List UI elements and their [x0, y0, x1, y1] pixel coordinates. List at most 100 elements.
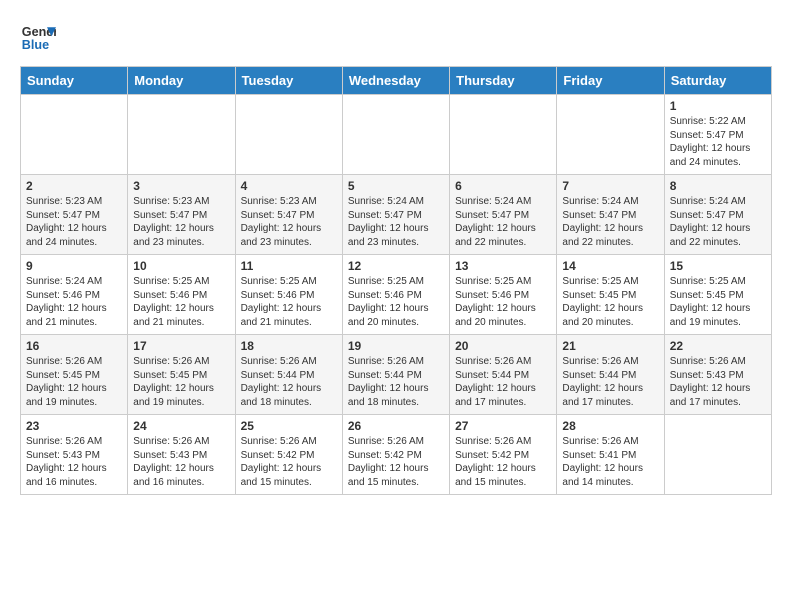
- weekday-header: Monday: [128, 67, 235, 95]
- calendar-cell: 19 Sunrise: 5:26 AM Sunset: 5:44 PM Dayli…: [342, 335, 449, 415]
- day-number: 6: [455, 179, 551, 193]
- calendar-cell: 11Sunrise: 5:25 AM Sunset: 5:46 PM Dayli…: [235, 255, 342, 335]
- day-number: 14: [562, 259, 658, 273]
- weekday-header: Sunday: [21, 67, 128, 95]
- calendar-cell: 23 Sunrise: 5:26 AM Sunset: 5:43 PM Dayli…: [21, 415, 128, 495]
- day-info: Sunrise: 5:26 AM Sunset: 5:42 PM Dayligh…: [455, 435, 551, 489]
- calendar-cell: [21, 95, 128, 175]
- calendar-cell: 10 Sunrise: 5:25 AM Sunset: 5:46 PM Dayli…: [128, 255, 235, 335]
- calendar-week-row: 9Sunrise: 5:24 AM Sunset: 5:46 PM Daylig…: [21, 255, 772, 335]
- day-number: 15: [670, 259, 766, 273]
- calendar-week-row: 16 Sunrise: 5:26 AM Sunset: 5:45 PM Dayli…: [21, 335, 772, 415]
- day-number: 5: [348, 179, 444, 193]
- calendar-cell: 17 Sunrise: 5:26 AM Sunset: 5:45 PM Dayli…: [128, 335, 235, 415]
- day-number: 25: [241, 419, 337, 433]
- day-number: 18: [241, 339, 337, 353]
- day-number: 3: [133, 179, 229, 193]
- day-number: 28: [562, 419, 658, 433]
- calendar-cell: [342, 95, 449, 175]
- day-number: 12: [348, 259, 444, 273]
- day-info: Sunrise: 5:26 AM Sunset: 5:44 PM Dayligh…: [241, 355, 337, 409]
- calendar-cell: 8 Sunrise: 5:24 AM Sunset: 5:47 PM Daylig…: [664, 175, 771, 255]
- day-number: 22: [670, 339, 766, 353]
- calendar-cell: [235, 95, 342, 175]
- calendar-week-row: 2 Sunrise: 5:23 AM Sunset: 5:47 PM Daylig…: [21, 175, 772, 255]
- day-number: 20: [455, 339, 551, 353]
- day-info: Sunrise: 5:25 AM Sunset: 5:46 PM Dayligh…: [241, 275, 337, 329]
- day-info: Sunrise: 5:25 AM Sunset: 5:46 PM Dayligh…: [133, 275, 229, 329]
- calendar-cell: 16 Sunrise: 5:26 AM Sunset: 5:45 PM Dayli…: [21, 335, 128, 415]
- day-info: Sunrise: 5:24 AM Sunset: 5:47 PM Dayligh…: [348, 195, 444, 249]
- day-info: Sunrise: 5:26 AM Sunset: 5:43 PM Dayligh…: [133, 435, 229, 489]
- calendar-table: SundayMondayTuesdayWednesdayThursdayFrid…: [20, 66, 772, 495]
- page-header: General Blue: [20, 20, 772, 56]
- day-number: 7: [562, 179, 658, 193]
- calendar-cell: 3 Sunrise: 5:23 AM Sunset: 5:47 PM Daylig…: [128, 175, 235, 255]
- day-number: 13: [455, 259, 551, 273]
- weekday-header: Wednesday: [342, 67, 449, 95]
- calendar-cell: 1 Sunrise: 5:22 AM Sunset: 5:47 PM Daylig…: [664, 95, 771, 175]
- day-info: Sunrise: 5:26 AM Sunset: 5:43 PM Dayligh…: [26, 435, 122, 489]
- day-number: 2: [26, 179, 122, 193]
- calendar-cell: [450, 95, 557, 175]
- day-info: Sunrise: 5:26 AM Sunset: 5:42 PM Dayligh…: [348, 435, 444, 489]
- calendar-cell: [664, 415, 771, 495]
- day-info: Sunrise: 5:26 AM Sunset: 5:44 PM Dayligh…: [455, 355, 551, 409]
- day-info: Sunrise: 5:24 AM Sunset: 5:47 PM Dayligh…: [670, 195, 766, 249]
- day-number: 16: [26, 339, 122, 353]
- day-info: Sunrise: 5:23 AM Sunset: 5:47 PM Dayligh…: [133, 195, 229, 249]
- calendar-cell: 4 Sunrise: 5:23 AM Sunset: 5:47 PM Daylig…: [235, 175, 342, 255]
- svg-text:Blue: Blue: [22, 38, 49, 52]
- day-info: Sunrise: 5:26 AM Sunset: 5:42 PM Dayligh…: [241, 435, 337, 489]
- day-info: Sunrise: 5:23 AM Sunset: 5:47 PM Dayligh…: [26, 195, 122, 249]
- day-number: 4: [241, 179, 337, 193]
- calendar-cell: [128, 95, 235, 175]
- weekday-header-row: SundayMondayTuesdayWednesdayThursdayFrid…: [21, 67, 772, 95]
- day-number: 24: [133, 419, 229, 433]
- day-number: 23: [26, 419, 122, 433]
- calendar-cell: 21Sunrise: 5:26 AM Sunset: 5:44 PM Dayli…: [557, 335, 664, 415]
- day-info: Sunrise: 5:25 AM Sunset: 5:46 PM Dayligh…: [348, 275, 444, 329]
- day-info: Sunrise: 5:25 AM Sunset: 5:46 PM Dayligh…: [455, 275, 551, 329]
- day-number: 26: [348, 419, 444, 433]
- day-info: Sunrise: 5:24 AM Sunset: 5:46 PM Dayligh…: [26, 275, 122, 329]
- day-number: 8: [670, 179, 766, 193]
- day-number: 19: [348, 339, 444, 353]
- day-info: Sunrise: 5:26 AM Sunset: 5:45 PM Dayligh…: [133, 355, 229, 409]
- calendar-cell: 25 Sunrise: 5:26 AM Sunset: 5:42 PM Dayli…: [235, 415, 342, 495]
- day-info: Sunrise: 5:24 AM Sunset: 5:47 PM Dayligh…: [455, 195, 551, 249]
- day-info: Sunrise: 5:26 AM Sunset: 5:41 PM Dayligh…: [562, 435, 658, 489]
- calendar-week-row: 1 Sunrise: 5:22 AM Sunset: 5:47 PM Daylig…: [21, 95, 772, 175]
- calendar-week-row: 23 Sunrise: 5:26 AM Sunset: 5:43 PM Dayli…: [21, 415, 772, 495]
- day-number: 21: [562, 339, 658, 353]
- calendar-cell: 9Sunrise: 5:24 AM Sunset: 5:46 PM Daylig…: [21, 255, 128, 335]
- weekday-header: Thursday: [450, 67, 557, 95]
- calendar-cell: 13 Sunrise: 5:25 AM Sunset: 5:46 PM Dayli…: [450, 255, 557, 335]
- day-info: Sunrise: 5:26 AM Sunset: 5:43 PM Dayligh…: [670, 355, 766, 409]
- calendar-cell: 7Sunrise: 5:24 AM Sunset: 5:47 PM Daylig…: [557, 175, 664, 255]
- calendar-cell: 15Sunrise: 5:25 AM Sunset: 5:45 PM Dayli…: [664, 255, 771, 335]
- calendar-cell: 18 Sunrise: 5:26 AM Sunset: 5:44 PM Dayli…: [235, 335, 342, 415]
- logo: General Blue: [20, 20, 56, 56]
- day-number: 1: [670, 99, 766, 113]
- day-info: Sunrise: 5:26 AM Sunset: 5:45 PM Dayligh…: [26, 355, 122, 409]
- day-info: Sunrise: 5:25 AM Sunset: 5:45 PM Dayligh…: [562, 275, 658, 329]
- day-number: 10: [133, 259, 229, 273]
- day-number: 17: [133, 339, 229, 353]
- calendar-cell: 12 Sunrise: 5:25 AM Sunset: 5:46 PM Dayli…: [342, 255, 449, 335]
- weekday-header: Saturday: [664, 67, 771, 95]
- day-info: Sunrise: 5:26 AM Sunset: 5:44 PM Dayligh…: [348, 355, 444, 409]
- day-info: Sunrise: 5:22 AM Sunset: 5:47 PM Dayligh…: [670, 115, 766, 169]
- calendar-cell: 26 Sunrise: 5:26 AM Sunset: 5:42 PM Dayli…: [342, 415, 449, 495]
- day-info: Sunrise: 5:23 AM Sunset: 5:47 PM Dayligh…: [241, 195, 337, 249]
- calendar-cell: 24 Sunrise: 5:26 AM Sunset: 5:43 PM Dayli…: [128, 415, 235, 495]
- calendar-cell: 27Sunrise: 5:26 AM Sunset: 5:42 PM Dayli…: [450, 415, 557, 495]
- calendar-cell: 20 Sunrise: 5:26 AM Sunset: 5:44 PM Dayli…: [450, 335, 557, 415]
- calendar-cell: [557, 95, 664, 175]
- calendar-cell: 6 Sunrise: 5:24 AM Sunset: 5:47 PM Daylig…: [450, 175, 557, 255]
- calendar-cell: 28 Sunrise: 5:26 AM Sunset: 5:41 PM Dayli…: [557, 415, 664, 495]
- calendar-cell: 22 Sunrise: 5:26 AM Sunset: 5:43 PM Dayli…: [664, 335, 771, 415]
- calendar-cell: 2 Sunrise: 5:23 AM Sunset: 5:47 PM Daylig…: [21, 175, 128, 255]
- logo-icon: General Blue: [20, 20, 56, 56]
- calendar-cell: 5 Sunrise: 5:24 AM Sunset: 5:47 PM Daylig…: [342, 175, 449, 255]
